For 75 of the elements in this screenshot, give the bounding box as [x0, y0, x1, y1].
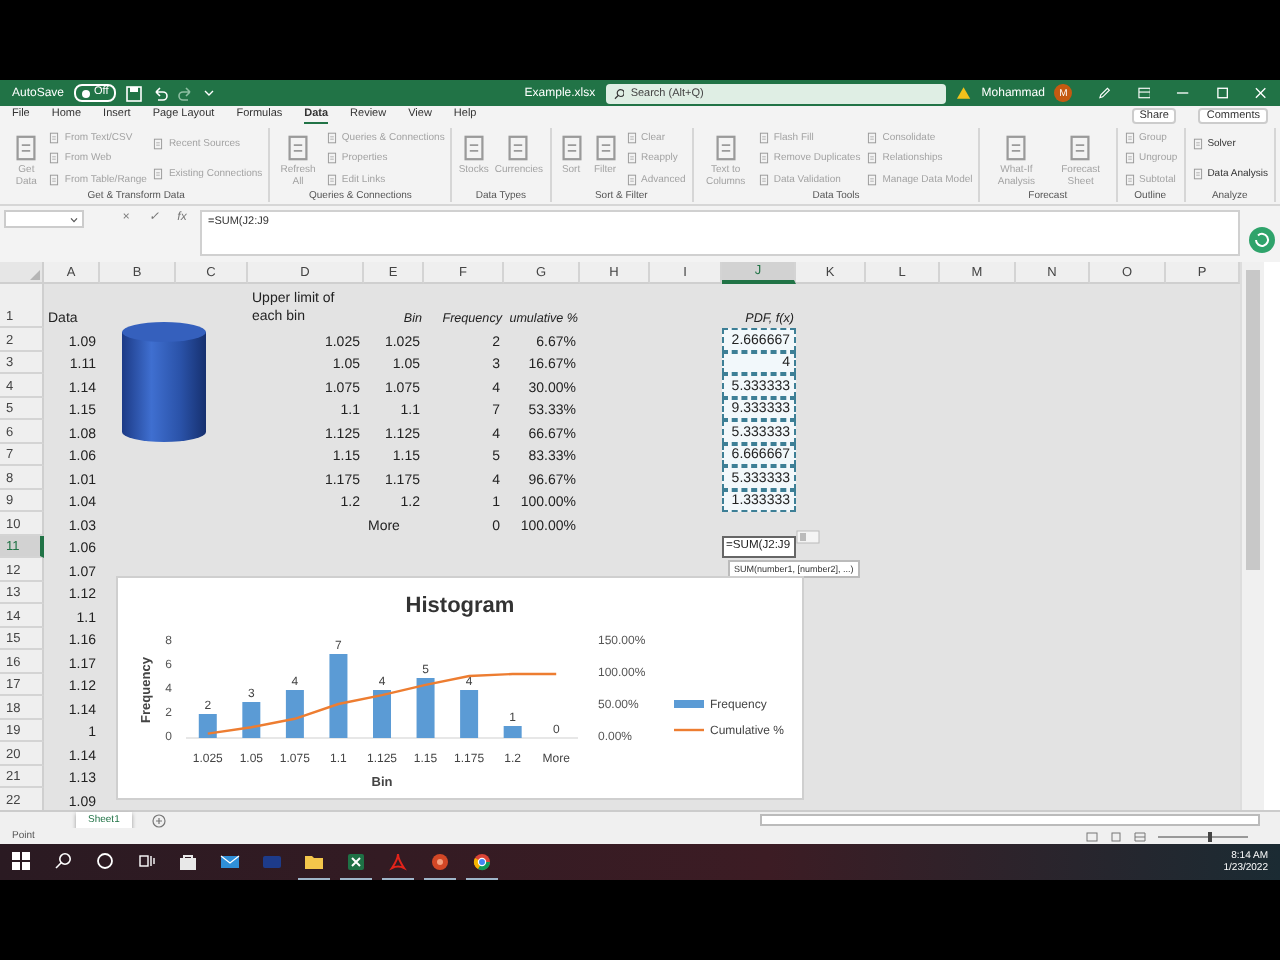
maximize-icon[interactable] [1215, 86, 1229, 100]
document-icon [284, 134, 313, 162]
browser-icon[interactable] [472, 851, 492, 871]
document-icon [557, 134, 586, 162]
bar [329, 654, 348, 738]
bar [285, 690, 304, 738]
bar [460, 690, 479, 738]
document-icon [625, 173, 638, 186]
document-icon [48, 173, 61, 186]
document-icon [504, 134, 533, 162]
bar [242, 702, 261, 738]
zoom-slider-thumb[interactable] [1207, 831, 1212, 841]
minimize-icon[interactable] [1176, 86, 1190, 100]
mail-icon[interactable] [220, 851, 240, 871]
document-icon [1123, 132, 1135, 145]
windows-logo-icon[interactable] [11, 852, 29, 870]
add-sheet-icon[interactable] [151, 813, 166, 827]
undo-icon[interactable] [152, 85, 169, 101]
document-icon [325, 173, 338, 186]
document-icon [459, 134, 488, 162]
ball-icon[interactable] [430, 851, 450, 871]
document-icon [152, 168, 165, 181]
search-icon[interactable] [53, 852, 71, 870]
document-icon [757, 173, 770, 186]
chart-title: Histogram [405, 594, 515, 618]
bar [503, 726, 522, 738]
document-icon [1123, 152, 1135, 165]
document-icon [152, 137, 165, 150]
search-icon [613, 87, 625, 99]
caret-icon [70, 215, 78, 223]
document-icon [866, 152, 879, 165]
document-icon [866, 173, 879, 186]
normal-view-icon[interactable] [1086, 831, 1098, 841]
bar [198, 714, 217, 738]
close-icon[interactable] [1254, 86, 1268, 100]
bar [373, 690, 391, 738]
document-icon [1191, 137, 1204, 150]
document-icon [1066, 134, 1095, 162]
page-break-icon[interactable] [1134, 831, 1146, 841]
pen-icon[interactable] [1097, 86, 1112, 100]
shopping-bag-icon[interactable] [178, 851, 198, 871]
warning-icon[interactable] [956, 86, 972, 100]
document-icon [757, 152, 770, 165]
bar [416, 678, 435, 738]
save-icon[interactable] [126, 85, 143, 101]
circle-icon[interactable] [95, 852, 113, 870]
vertical-scrollbar[interactable] [1240, 262, 1264, 810]
horizontal-scrollbar[interactable] [760, 814, 1260, 826]
refresh-icon[interactable] [1248, 226, 1276, 254]
ribbon-display-icon[interactable] [1137, 86, 1151, 100]
folder-icon[interactable] [304, 851, 324, 871]
page-layout-icon[interactable] [1110, 831, 1122, 841]
document-icon [48, 132, 61, 145]
document-icon [1123, 173, 1135, 186]
document-icon [757, 132, 770, 145]
task-view-icon[interactable] [137, 852, 155, 870]
caret-icon[interactable] [204, 88, 215, 98]
triangle-icon [30, 270, 40, 280]
document-icon [12, 134, 41, 162]
document-icon [1191, 168, 1204, 181]
tile-icon[interactable] [262, 851, 282, 871]
document-icon [325, 132, 338, 145]
legend-swatch [674, 700, 704, 708]
pdf-icon[interactable] [388, 851, 408, 871]
document-icon [48, 152, 61, 165]
document-icon [591, 134, 620, 162]
document-icon [711, 134, 740, 162]
spreadsheet-icon[interactable] [346, 851, 366, 871]
document-icon [325, 152, 338, 165]
document-icon [1002, 134, 1031, 162]
cylinder-drawing [120, 320, 208, 444]
document-icon [866, 132, 879, 145]
document-icon [625, 152, 638, 165]
document-icon [625, 132, 638, 145]
redo-icon[interactable] [178, 85, 195, 101]
